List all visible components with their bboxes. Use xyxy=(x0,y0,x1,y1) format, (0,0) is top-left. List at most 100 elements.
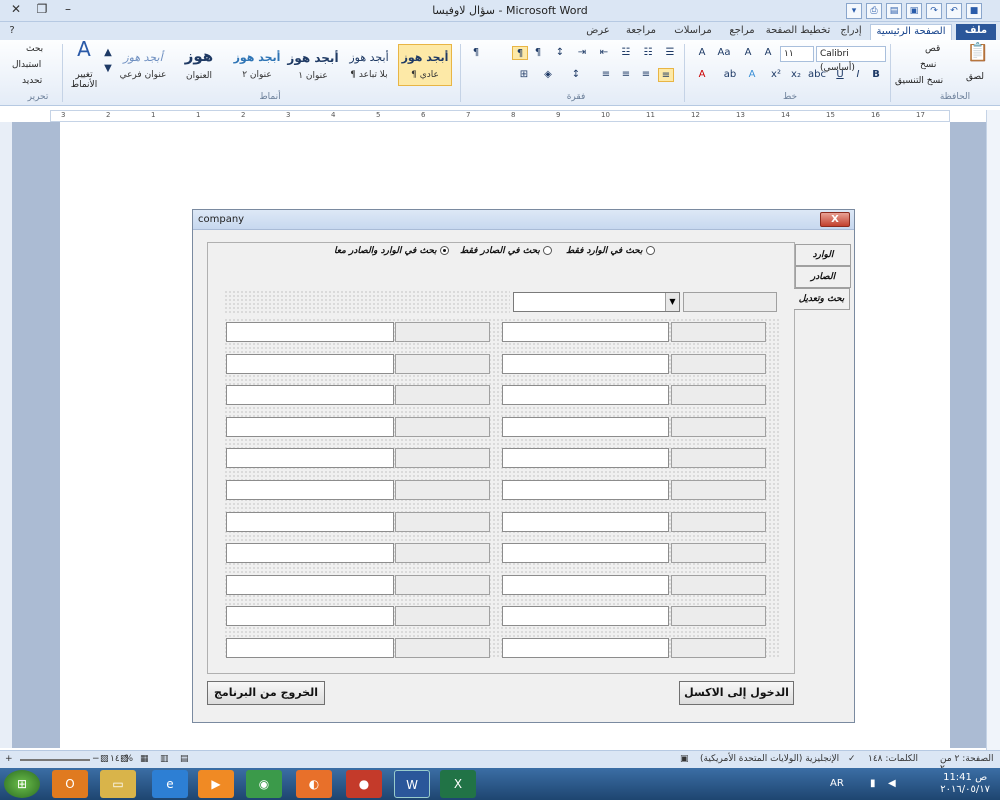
borders-icon[interactable]: ⊞ xyxy=(516,68,532,82)
bullets-icon[interactable]: ☰ xyxy=(662,46,678,60)
style-title[interactable]: هوز العنوان xyxy=(172,44,226,86)
customize-icon[interactable]: ▾ xyxy=(846,3,862,19)
change-case-icon[interactable]: Aa xyxy=(716,46,732,60)
style-no-spacing[interactable]: أبجد هوز ¶ بلا تباعد xyxy=(342,44,396,86)
tab-mailings[interactable]: مراسلات xyxy=(666,24,720,40)
field-textbox[interactable] xyxy=(502,480,669,500)
print-preview-icon[interactable]: ▣ xyxy=(906,3,922,19)
media-player-icon[interactable]: ▶ xyxy=(198,770,234,798)
font-name-box[interactable]: Calibri (أساسي) xyxy=(816,46,886,73)
shading-icon[interactable]: ◈ xyxy=(540,68,556,82)
web-layout-view-icon[interactable]: ▦ xyxy=(140,754,149,764)
clear-format-icon[interactable]: A xyxy=(694,46,710,60)
rtl-icon[interactable]: ¶ xyxy=(530,46,546,60)
select-button[interactable]: تحديد xyxy=(22,76,42,86)
grow-font-icon[interactable]: A xyxy=(760,46,776,60)
zoom-in-icon[interactable]: − xyxy=(92,754,100,764)
radio-both[interactable]: بحث في الوارد والصادر معا xyxy=(334,246,449,256)
dialog-close-button[interactable]: X xyxy=(820,212,850,227)
dialog-title-bar[interactable]: company X xyxy=(193,210,854,230)
search-combobox[interactable]: ▼ xyxy=(513,292,680,312)
font-color-icon[interactable]: A xyxy=(694,68,710,82)
justify-icon[interactable]: ≡ xyxy=(598,68,614,82)
word-icon[interactable]: W xyxy=(394,770,430,798)
highlight-icon[interactable]: ab xyxy=(722,68,738,82)
firefox-icon[interactable]: ◐ xyxy=(296,770,332,798)
zoom-level[interactable]: ١٤٠% xyxy=(110,754,133,764)
multilevel-icon[interactable]: ☳ xyxy=(618,46,634,60)
decrease-indent-icon[interactable]: ⇤ xyxy=(596,46,612,60)
field-textbox[interactable] xyxy=(226,448,394,468)
app-icon[interactable]: ● xyxy=(346,770,382,798)
macro-icon[interactable]: ▣ xyxy=(680,754,689,764)
full-screen-view-icon[interactable]: ▥ xyxy=(160,754,169,764)
print-icon[interactable]: ⎙ xyxy=(866,3,882,19)
font-size-box[interactable]: ١١ xyxy=(780,46,814,62)
radio-button[interactable] xyxy=(645,246,655,255)
field-textbox[interactable] xyxy=(502,543,669,563)
tab-incoming[interactable]: الوارد xyxy=(795,244,851,266)
line-spacing-icon[interactable]: ↕ xyxy=(568,68,584,82)
proofing-icon[interactable]: ✓ xyxy=(848,754,856,764)
undo-icon[interactable]: ↶ xyxy=(946,3,962,19)
radio-button-selected[interactable] xyxy=(439,246,449,255)
tab-search-edit[interactable]: بحث وتعديل xyxy=(794,288,850,310)
change-styles-label[interactable]: تغيير الأنماط xyxy=(64,70,104,90)
field-textbox[interactable] xyxy=(502,322,669,342)
radio-button[interactable] xyxy=(542,246,552,255)
text-effects-icon[interactable]: A xyxy=(744,68,760,82)
vertical-ruler[interactable] xyxy=(0,122,12,748)
zoom-out-icon[interactable]: + xyxy=(5,754,13,764)
tab-file[interactable]: ملف xyxy=(956,24,996,40)
shrink-font-icon[interactable]: A xyxy=(740,46,756,60)
find-button[interactable]: بحث xyxy=(26,44,43,54)
language-status[interactable]: الإنجليزية (الولايات المتحدة الأمريكية) xyxy=(700,754,839,764)
underline-icon[interactable]: U xyxy=(832,68,848,82)
bold-icon[interactable]: B xyxy=(868,68,884,82)
chrome-icon[interactable]: ◉ xyxy=(246,770,282,798)
minimize-icon[interactable]: – xyxy=(56,1,80,19)
start-button-icon[interactable]: ⊞ xyxy=(4,770,40,798)
field-textbox[interactable] xyxy=(502,385,669,405)
maximize-icon[interactable]: ❐ xyxy=(30,1,54,19)
open-excel-button[interactable]: الدخول إلى الاكسل xyxy=(679,681,794,705)
explorer-icon[interactable]: ▭ xyxy=(100,770,136,798)
open-icon[interactable]: ▤ xyxy=(886,3,902,19)
internet-explorer-icon[interactable]: e xyxy=(152,770,188,798)
tab-references[interactable]: مراجع xyxy=(722,24,762,40)
tab-review[interactable]: مراجعة xyxy=(618,24,664,40)
superscript-icon[interactable]: x² xyxy=(768,68,784,82)
field-textbox[interactable] xyxy=(502,417,669,437)
save-icon[interactable]: ■ xyxy=(966,3,982,19)
exit-program-button[interactable]: الخروج من البرنامج xyxy=(207,681,325,705)
field-textbox[interactable] xyxy=(226,512,394,532)
print-layout-view-icon[interactable]: ▤ xyxy=(180,754,189,764)
zoom-slider[interactable] xyxy=(20,759,90,761)
tab-insert[interactable]: إدراج xyxy=(834,24,868,40)
sort-icon[interactable]: ↕ xyxy=(552,46,568,60)
field-textbox[interactable] xyxy=(226,417,394,437)
clock[interactable]: ص 11:41 ٢٠١٦/٠٥/١٧ xyxy=(940,772,990,796)
tab-view[interactable]: عرض xyxy=(580,24,616,40)
numbering-icon[interactable]: ☷ xyxy=(640,46,656,60)
field-textbox[interactable] xyxy=(226,543,394,563)
network-icon[interactable]: ▮ xyxy=(870,778,876,789)
word-count[interactable]: الكلمات: ١٤٨ xyxy=(868,754,918,764)
style-heading-1[interactable]: أبجد هوز عنوان ١ xyxy=(286,44,340,86)
subscript-icon[interactable]: x₂ xyxy=(788,68,804,82)
horizontal-ruler[interactable]: 3 2 1 1 2 3 4 5 6 7 8 9 10 11 12 13 14 1… xyxy=(50,110,950,122)
align-right-icon[interactable]: ≡ xyxy=(658,68,674,82)
vertical-scrollbar[interactable] xyxy=(986,110,1000,750)
field-textbox[interactable] xyxy=(226,354,394,374)
radio-incoming-only[interactable]: بحث في الوارد فقط xyxy=(566,246,655,256)
style-normal[interactable]: أبجد هوز ¶ عادي xyxy=(398,44,452,86)
format-painter-label[interactable]: نسخ التنسيق xyxy=(895,76,943,86)
field-textbox[interactable] xyxy=(226,322,394,342)
tab-outgoing[interactable]: الصادر xyxy=(795,266,851,288)
field-textbox[interactable] xyxy=(502,354,669,374)
field-textbox[interactable] xyxy=(226,575,394,595)
draft-view-icon[interactable]: ▨ xyxy=(100,754,109,764)
field-textbox[interactable] xyxy=(502,575,669,595)
field-textbox[interactable] xyxy=(226,638,394,658)
redo-icon[interactable]: ↷ xyxy=(926,3,942,19)
